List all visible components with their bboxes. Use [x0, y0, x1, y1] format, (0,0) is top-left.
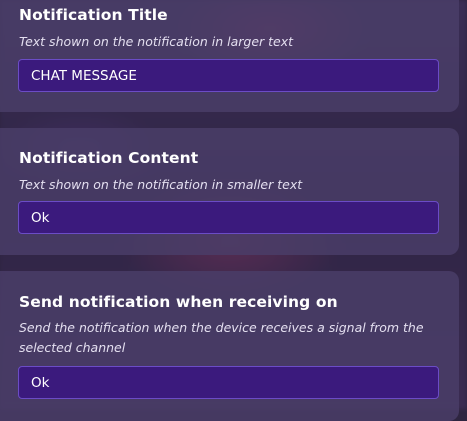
notification-content-input[interactable]: [18, 201, 439, 234]
settings-panel: Notification Title Text shown on the not…: [0, 0, 467, 421]
setting-description: Text shown on the notification in smalle…: [19, 177, 303, 192]
receive-channel-setting: Send notification when receiving on Send…: [0, 271, 459, 421]
setting-description: Text shown on the notification in larger…: [19, 34, 294, 49]
setting-label: Notification Content: [19, 149, 199, 167]
notification-title-input[interactable]: [18, 59, 439, 92]
setting-label: Notification Title: [19, 6, 168, 24]
setting-description: Send the notification when the device re…: [19, 320, 424, 355]
setting-label: Send notification when receiving on: [19, 293, 338, 311]
receive-channel-input[interactable]: [18, 366, 439, 399]
notification-content-setting: Notification Content Text shown on the n…: [0, 128, 459, 255]
notification-title-setting: Notification Title Text shown on the not…: [0, 0, 459, 112]
